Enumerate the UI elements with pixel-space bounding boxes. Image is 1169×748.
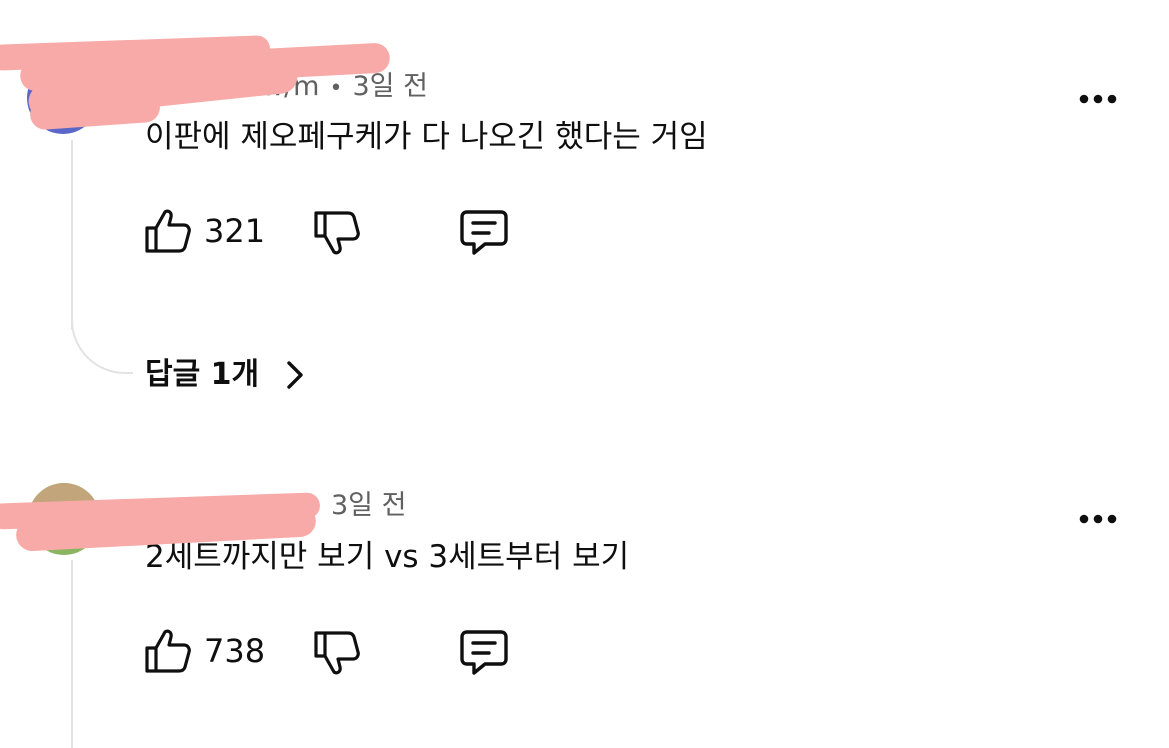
more-options-icon[interactable] [1078, 91, 1118, 107]
replies-button[interactable]: 답글 1개 [145, 356, 259, 394]
thumbs-up-icon[interactable] [143, 626, 193, 676]
comment-icon[interactable] [459, 208, 509, 258]
chevron-right-icon[interactable] [284, 360, 306, 390]
thread-curve [71, 320, 133, 374]
comment-text: 2세트까지만 보기 vs 3세트부터 보기 [145, 539, 630, 575]
thumbs-down-icon[interactable] [312, 208, 362, 258]
comment-icon[interactable] [459, 628, 509, 678]
like-count: 321 [204, 212, 266, 250]
thumbs-down-icon[interactable] [312, 628, 362, 678]
comment-time: 3일 전 [352, 71, 428, 102]
thread-line [71, 560, 73, 748]
thread-line [71, 140, 73, 330]
comment-time: 3일 전 [330, 490, 407, 521]
like-count: 738 [204, 632, 266, 670]
comment-text: 이판에 제오페구케가 다 나오긴 했다는 거임 [145, 119, 708, 155]
separator-dot: • [329, 76, 343, 101]
thumbs-up-icon[interactable] [143, 206, 193, 256]
replies-label: 답글 1개 [145, 357, 260, 392]
more-options-icon[interactable] [1078, 511, 1118, 527]
